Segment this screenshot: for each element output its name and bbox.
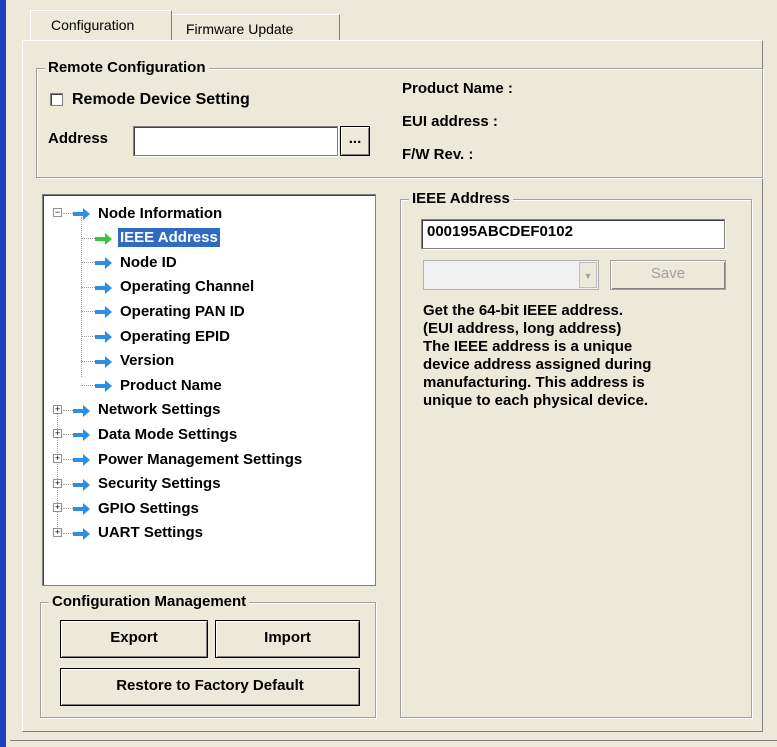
- tree-item-label: Operating PAN ID: [120, 302, 245, 320]
- tab-firmware-update[interactable]: Firmware Update: [172, 14, 340, 41]
- tree-item-label: Version: [120, 352, 175, 370]
- blue-arrow-icon: [73, 453, 90, 466]
- tree-connector-line: [63, 459, 73, 460]
- expand-icon[interactable]: +: [53, 478, 62, 488]
- tree-item-group[interactable]: UART Settings: [73, 521, 205, 545]
- tree-item-label: Node Information: [98, 204, 223, 222]
- tree-item-label: Data Mode Settings: [98, 425, 238, 443]
- ieee-address-description: Get the 64-bit IEEE address. (EUI address…: [423, 302, 743, 410]
- expand-icon[interactable]: +: [53, 527, 62, 537]
- save-button[interactable]: Save: [610, 260, 726, 290]
- tree-item-child[interactable]: Product Name: [95, 373, 224, 397]
- remote-configuration-group: Remote Configuration: [36, 59, 763, 178]
- tab-configuration[interactable]: Configuration: [30, 10, 172, 40]
- blue-arrow-icon: [73, 207, 90, 220]
- chevron-down-icon[interactable]: ▼: [579, 262, 597, 288]
- green-arrow-icon: [95, 232, 112, 245]
- tree-connector-line: [63, 483, 73, 485]
- tree-connector-line: [81, 385, 95, 387]
- tree-item-label: Power Management Settings: [98, 450, 303, 468]
- browse-button[interactable]: ...: [340, 126, 370, 156]
- tree-connector-line: [81, 336, 95, 337]
- tree-connector-line: [81, 286, 95, 288]
- window-left-edge: [0, 0, 6, 747]
- description-line: (EUI address, long address): [423, 320, 622, 337]
- tree-item-child[interactable]: Version: [95, 349, 176, 373]
- restore-factory-default-button[interactable]: Restore to Factory Default: [60, 668, 360, 706]
- address-input[interactable]: [133, 126, 338, 156]
- import-button[interactable]: Import: [215, 620, 360, 658]
- blue-arrow-icon: [73, 428, 90, 442]
- tree-connector-line: [81, 237, 95, 239]
- tree-connector-line: [63, 409, 73, 411]
- tree-connector-line: [63, 532, 73, 534]
- fw-rev-label: F/W Rev. :: [402, 146, 474, 163]
- blue-arrow-icon: [73, 502, 90, 516]
- description-line: manufacturing. This address is: [423, 374, 645, 391]
- settings-tree-view[interactable]: − Node Information IEEE Address Node ID Oper…: [42, 194, 376, 586]
- tree-connector-line: [81, 311, 95, 313]
- tree-connector-line: [81, 262, 95, 264]
- blue-arrow-icon: [95, 330, 112, 343]
- blue-arrow-icon: [95, 256, 112, 270]
- tree-connector-line: [81, 217, 82, 377]
- collapse-icon[interactable]: −: [53, 208, 62, 217]
- address-label: Address: [48, 130, 109, 147]
- tree-connector-line: [63, 213, 73, 214]
- tree-item-label: IEEE Address: [117, 227, 221, 249]
- blue-arrow-icon: [95, 379, 112, 393]
- tree-item-group[interactable]: Data Mode Settings: [73, 422, 239, 446]
- tree-item-label: Node ID: [120, 253, 177, 271]
- expand-icon[interactable]: +: [53, 404, 62, 414]
- tree-item-child[interactable]: IEEE Address: [95, 226, 221, 250]
- remote-device-setting-label[interactable]: Remode Device Setting: [72, 91, 250, 109]
- tree-item-label: Product Name: [120, 376, 222, 394]
- export-button[interactable]: Export: [60, 620, 208, 658]
- description-line: The IEEE address is a unique: [423, 338, 633, 355]
- tree-item-child[interactable]: Operating PAN ID: [95, 299, 247, 323]
- remote-device-setting-checkbox[interactable]: [50, 93, 63, 106]
- expand-icon[interactable]: +: [53, 429, 62, 439]
- ieee-address-legend: IEEE Address: [409, 190, 513, 207]
- eui-address-label: EUI address :: [402, 113, 498, 130]
- tree-item-label: GPIO Settings: [98, 499, 199, 517]
- remote-configuration-legend: Remote Configuration: [45, 59, 209, 76]
- description-line: unique to each physical device.: [423, 392, 649, 409]
- tree-item-label: UART Settings: [98, 524, 203, 542]
- tab-configuration-label: Configuration: [51, 17, 135, 33]
- tree-item-group[interactable]: Node Information: [73, 201, 224, 225]
- blue-arrow-icon: [73, 404, 90, 417]
- description-line: Get the 64-bit IEEE address.: [423, 302, 624, 319]
- blue-arrow-icon: [95, 281, 112, 294]
- blue-arrow-icon: [73, 527, 90, 540]
- expand-icon[interactable]: +: [53, 503, 62, 513]
- tree-item-label: Operating Channel: [120, 278, 255, 296]
- tree-item-child[interactable]: Node ID: [95, 250, 179, 274]
- tree-item-child[interactable]: Operating EPID: [95, 324, 232, 348]
- tree-connector-line: [63, 434, 73, 436]
- tree-item-group[interactable]: Network Settings: [73, 398, 223, 422]
- tree-item-label: Operating EPID: [120, 327, 231, 345]
- description-line: device address assigned during: [423, 356, 652, 373]
- blue-arrow-icon: [73, 478, 90, 491]
- ieee-option-combobox[interactable]: ▼: [423, 260, 599, 290]
- product-name-label: Product Name :: [402, 80, 513, 97]
- tab-firmware-update-label: Firmware Update: [186, 21, 294, 37]
- tree-item-group[interactable]: GPIO Settings: [73, 496, 201, 520]
- tree-connector-line: [81, 360, 95, 362]
- tree-item-label: Network Settings: [98, 401, 221, 419]
- tree-item-group[interactable]: Power Management Settings: [73, 447, 304, 471]
- expand-icon[interactable]: +: [53, 454, 62, 463]
- tree-connector-line: [63, 508, 73, 510]
- tree-item-label: Security Settings: [98, 475, 221, 493]
- tree-item-group[interactable]: Security Settings: [73, 472, 223, 496]
- ieee-address-field[interactable]: 000195ABCDEF0102: [421, 219, 725, 249]
- window-bottom-edge: [10, 740, 777, 741]
- blue-arrow-icon: [95, 355, 112, 368]
- configuration-management-legend: Configuration Management: [49, 593, 250, 610]
- blue-arrow-icon: [95, 305, 112, 319]
- tree-item-child[interactable]: Operating Channel: [95, 275, 256, 299]
